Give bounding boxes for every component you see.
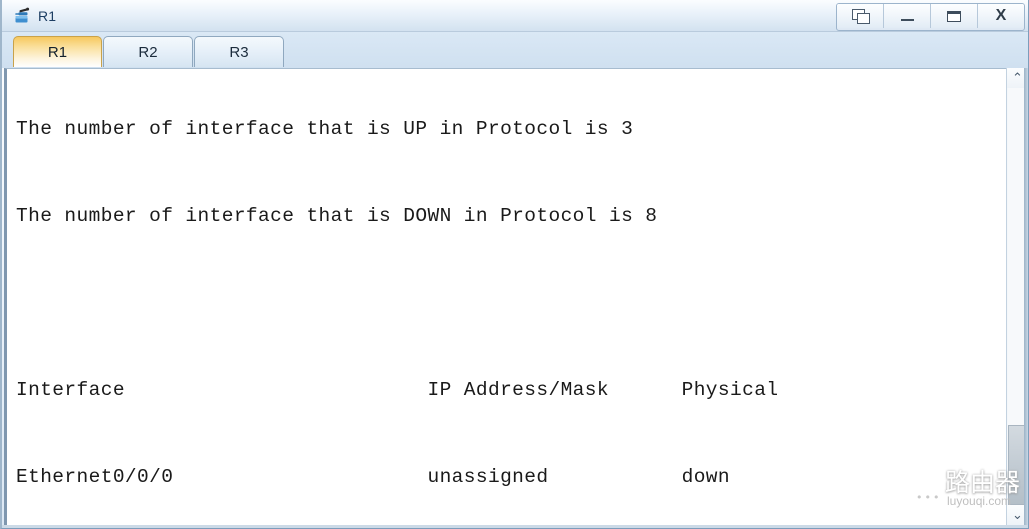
- window-bottom-edge: [2, 525, 1028, 528]
- title-bar[interactable]: R1 X: [2, 0, 1028, 32]
- terminal-line: The number of interface that is UP in Pr…: [16, 118, 634, 140]
- restore-button[interactable]: [837, 4, 884, 28]
- window-controls: X: [836, 3, 1025, 31]
- terminal-line: Ethernet0/0/0 unassigned down: [16, 466, 731, 488]
- tab-r2[interactable]: R2: [103, 36, 193, 67]
- router-icon: [13, 6, 33, 26]
- tab-r3[interactable]: R3: [194, 36, 284, 67]
- tab-r2-label: R2: [138, 43, 158, 61]
- terminal-text: The number of interface that is UP in Pr…: [16, 69, 1016, 527]
- tab-r1[interactable]: R1: [13, 36, 102, 67]
- terminal-window: R1 X R1 R2 R3 The number of interface th…: [0, 0, 1029, 529]
- close-icon: X: [995, 7, 1007, 24]
- restore-icon: [851, 9, 870, 24]
- tab-r3-label: R3: [229, 43, 249, 61]
- maximize-icon: [947, 10, 961, 22]
- minimize-icon: [900, 19, 914, 21]
- terminal-line: The number of interface that is DOWN in …: [16, 205, 658, 227]
- terminal-table-header: Interface IP Address/Mask Physical: [16, 379, 779, 401]
- maximize-button[interactable]: [931, 4, 978, 28]
- tab-r1-label: R1: [47, 43, 68, 61]
- chevron-up-icon: ⌃: [1012, 70, 1023, 86]
- terminal-output-area[interactable]: The number of interface that is UP in Pr…: [4, 68, 1028, 527]
- minimize-button[interactable]: [884, 4, 931, 28]
- close-button[interactable]: X: [978, 4, 1024, 28]
- chevron-down-icon: ⌄: [1012, 507, 1023, 523]
- window-title: R1: [38, 8, 57, 24]
- tab-strip: R1 R2 R3: [2, 32, 1028, 68]
- window-right-edge: [1024, 68, 1028, 527]
